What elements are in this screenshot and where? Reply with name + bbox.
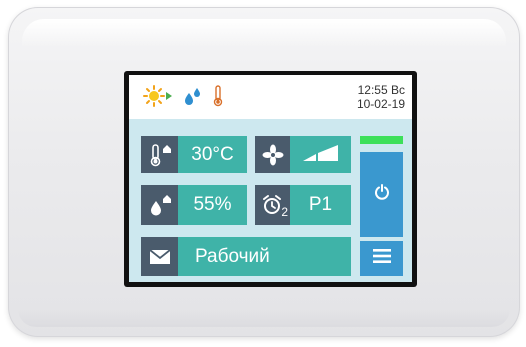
drop-home-icon xyxy=(141,185,178,225)
time-display: 12:55 Вс xyxy=(357,83,405,97)
hamburger-menu-icon xyxy=(372,248,392,269)
thermometer-icon xyxy=(213,84,223,112)
status-bar: 12:55 Вс 10-02-19 xyxy=(129,75,412,119)
mode-tile[interactable]: Рабочий xyxy=(141,237,351,276)
schedule-program-value: P1 xyxy=(290,185,351,225)
fan-speed-display xyxy=(290,136,351,173)
humidity-value: 55% xyxy=(178,185,247,225)
thermometer-home-icon xyxy=(141,136,178,173)
signal-bars-icon xyxy=(302,142,340,168)
menu-button[interactable] xyxy=(360,241,403,276)
schedule-tile[interactable]: 2 P1 xyxy=(255,185,351,225)
schedule-number: 2 xyxy=(281,205,288,219)
mode-value: Рабочий xyxy=(178,237,351,276)
clock: 12:55 Вс 10-02-19 xyxy=(357,83,405,111)
status-indicator xyxy=(360,136,403,144)
date-display: 10-02-19 xyxy=(356,97,405,111)
temperature-tile[interactable]: 30°C xyxy=(141,136,247,173)
sun-icon xyxy=(143,84,173,112)
envelope-icon xyxy=(141,237,178,276)
alarm-clock-icon: 2 xyxy=(255,185,290,225)
power-icon xyxy=(374,184,390,205)
fan-speed-tile[interactable] xyxy=(255,136,351,173)
power-button[interactable] xyxy=(360,152,403,237)
water-drops-icon xyxy=(183,86,203,111)
status-icons xyxy=(143,83,223,113)
touch-screen: 12:55 Вс 10-02-19 30°C 55% 2 P1 Рабочий xyxy=(129,75,412,282)
humidity-tile[interactable]: 55% xyxy=(141,185,247,225)
temperature-value: 30°C xyxy=(178,136,247,173)
fan-icon xyxy=(255,136,290,173)
